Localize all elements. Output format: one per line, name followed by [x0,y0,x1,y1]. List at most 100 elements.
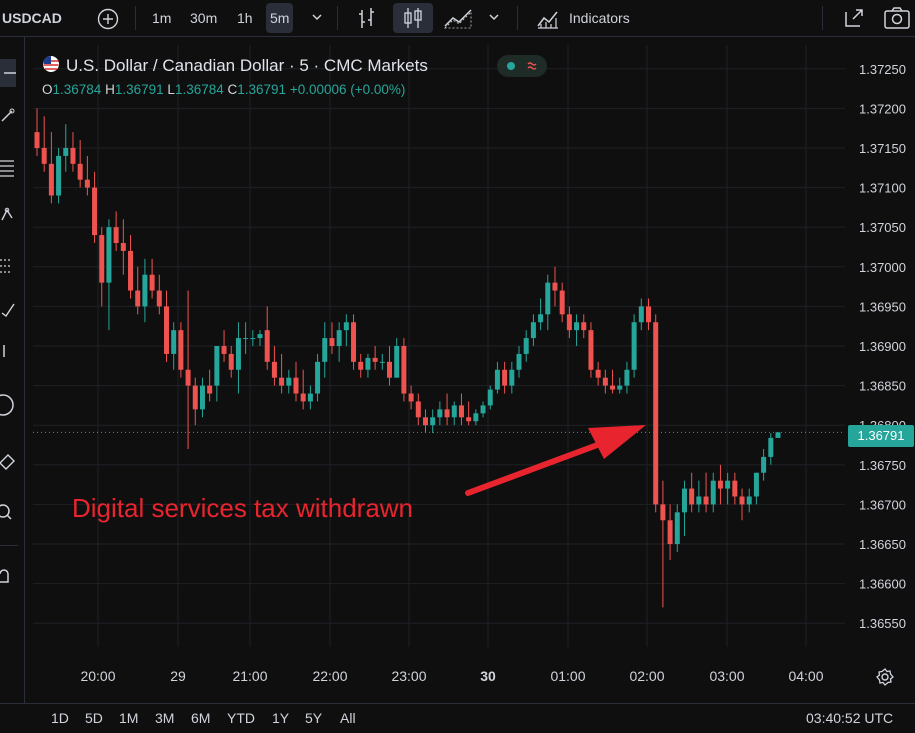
candle-body [473,413,479,422]
range-1m-button[interactable]: 1M [119,704,138,733]
chart-settings-icon[interactable] [875,667,895,690]
fib-retracement-icon[interactable] [0,155,16,179]
cursor-tool-icon[interactable] [0,59,16,87]
candle [595,361,601,386]
candle-body [494,369,500,390]
range-6m-button[interactable]: 6M [191,704,210,733]
low-value: 1.36784 [174,82,224,97]
candle-body [214,346,220,386]
candle [602,369,608,394]
candle [221,330,227,362]
candle [235,322,241,394]
range-5d-button[interactable]: 5D [85,704,103,733]
fullscreen-icon[interactable] [842,0,866,36]
candle [581,314,587,339]
projection-tool-icon[interactable] [0,252,16,276]
range-1y-button[interactable]: 1Y [272,704,289,733]
camera-icon[interactable] [883,0,911,36]
time-tick-label: 02:00 [629,668,664,684]
price-tick-label: 1.37200 [859,101,906,116]
timeframe-30m-button[interactable]: 30m [190,0,217,36]
zoom-icon[interactable] [0,499,16,523]
ruler-icon[interactable] [0,447,16,471]
candle-body [502,369,508,386]
low-label: L [167,82,175,97]
candle-body [372,357,378,362]
candle [387,346,393,386]
candle-body [56,155,62,196]
candle-body [610,385,616,390]
chevron-down-icon[interactable] [487,0,501,36]
timeframe-1m-button[interactable]: 1m [152,0,171,36]
candle-body [77,163,83,180]
range-3m-button[interactable]: 3M [155,704,174,733]
candlestick-chart[interactable] [33,45,845,647]
emoji-tool-icon[interactable] [0,392,16,416]
top-toolbar: USDCAD 1m 30m 1h 5m Indicators [0,0,915,37]
brush-tool-icon[interactable] [0,295,16,319]
candle-body [775,432,781,438]
compare-add-icon[interactable] [97,7,119,30]
candle [466,401,472,426]
candle-body [99,235,105,283]
candle [422,409,428,434]
price-tick-label: 1.36900 [859,339,906,354]
chevron-down-icon[interactable] [310,0,324,36]
candle-body [235,338,241,370]
time-tick-label: 29 [170,668,186,684]
range-5y-button[interactable]: 5Y [305,704,322,733]
candle [92,171,98,244]
bars-chart-icon[interactable] [356,0,378,36]
candle [293,361,299,402]
candle-body [279,377,285,386]
candle-body [552,282,558,291]
timeframe-1h-button[interactable]: 1h [237,0,253,36]
trend-line-icon[interactable] [0,103,16,127]
candle [631,314,637,378]
divider [517,6,518,30]
clock-display[interactable]: 03:40:52 UTC [806,704,893,733]
candle-body [394,346,400,378]
candle-body [307,393,313,402]
time-axis[interactable]: 20:00 29 21:00 22:00 23:00 30 01:00 02:00 03:00 0… [33,660,845,692]
area-chart-icon[interactable] [443,0,475,36]
candle-body [120,243,126,251]
symbol-search-button[interactable]: USDCAD [2,0,62,36]
chart-legend: U.S. Dollar / Canadian Dollar · 5 · CMC … [42,55,428,77]
range-1d-button[interactable]: 1D [51,704,69,733]
candle [559,282,565,323]
range-ytd-button[interactable]: YTD [227,704,255,733]
candle [638,298,644,331]
timeframe-5m-button[interactable]: 5m [266,3,294,33]
time-tick-label: 04:00 [788,668,823,684]
pattern-tool-icon[interactable] [0,202,16,226]
time-tick-label: 30 [480,668,496,684]
text-tool-icon[interactable] [0,337,16,361]
range-all-button[interactable]: All [340,704,356,733]
candle [163,290,169,362]
candle-body [595,369,601,378]
candle-body [739,496,745,505]
market-status-badge[interactable] [497,55,547,77]
price-tick-label: 1.37100 [859,181,906,196]
candle [128,235,134,299]
ohlc-values: O1.36784 H1.36791 L1.36784 C1.36791 +0.0… [42,82,405,97]
indicators-button[interactable]: Indicators [569,0,630,36]
indicators-icon[interactable] [535,0,561,36]
lock-drawings-icon[interactable] [0,562,16,586]
price-axis[interactable]: 1.37250 1.37200 1.37150 1.37100 1.37050 1.370… [845,45,915,647]
candle [746,488,752,513]
candles-chart-icon[interactable] [393,3,433,33]
candle-body [228,353,234,370]
candle [753,472,759,505]
candle [41,116,47,172]
candle-body [207,385,213,394]
candle [538,298,544,331]
candle-body [617,385,623,390]
candle-body [631,322,637,370]
candle-body [624,369,630,386]
candle-body [761,456,767,473]
candle-body [149,274,155,291]
price-tick-label: 1.37050 [859,220,906,235]
candle-body [681,488,687,513]
